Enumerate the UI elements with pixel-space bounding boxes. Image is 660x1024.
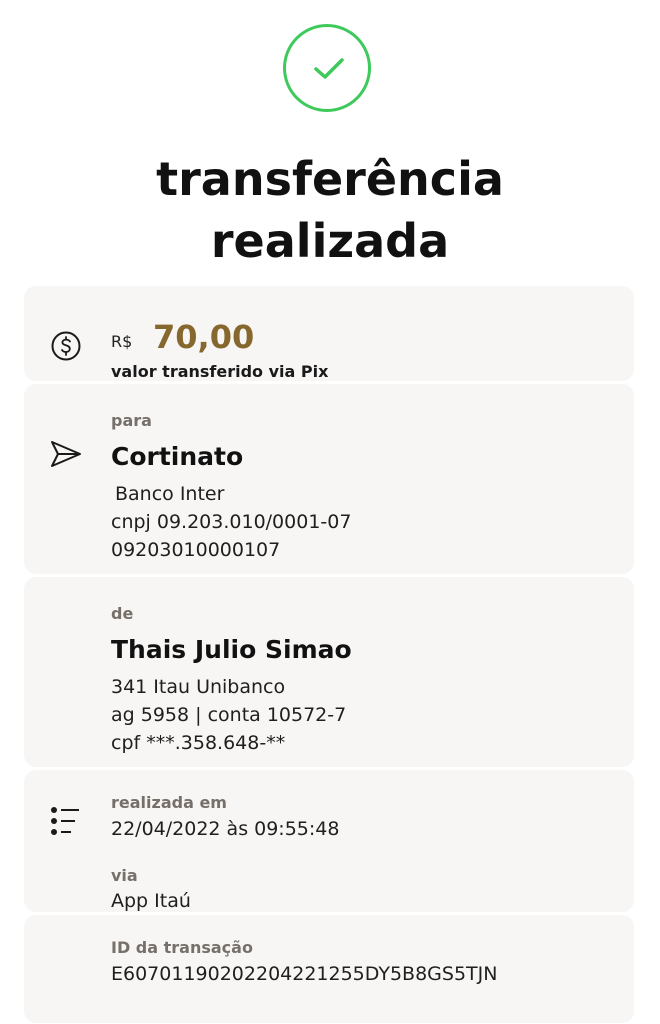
recipient-bank: Banco Inter — [115, 483, 225, 505]
transaction-id-value: E60701190202204221255DY5B8GS5TJN — [111, 963, 498, 985]
transaction-id-label: ID da transação — [111, 938, 253, 957]
send-icon — [51, 441, 81, 467]
success-check-icon — [283, 24, 371, 112]
amount-card: R$ 70,00 valor transferido via Pix — [24, 286, 634, 381]
sender-label: de — [111, 604, 134, 623]
date-label: realizada em — [111, 793, 227, 812]
page-title: transferência realizada — [0, 148, 660, 272]
recipient-label: para — [111, 411, 152, 430]
amount-subtitle: valor transferido via Pix — [111, 362, 329, 381]
title-line-2: realizada — [210, 214, 450, 268]
sender-document: cpf ***.358.648-** — [111, 732, 286, 754]
sender-card: de Thais Julio Simao 341 Itau Unibanco a… — [24, 577, 634, 767]
title-line-1: transferência — [156, 152, 504, 206]
recipient-card: para Cortinato Banco Inter cnpj 09.203.0… — [24, 384, 634, 574]
transaction-id-card: ID da transação E60701190202204221255DY5… — [24, 915, 634, 1023]
recipient-number: 09203010000107 — [111, 539, 281, 561]
via-label: via — [111, 866, 138, 885]
date-value: 22/04/2022 às 09:55:48 — [111, 818, 340, 840]
dollar-coin-icon — [51, 331, 81, 361]
sender-account: ag 5958 | conta 10572-7 — [111, 704, 347, 726]
recipient-name: Cortinato — [111, 442, 244, 471]
via-value: App Itaú — [111, 890, 191, 912]
sender-bank: 341 Itau Unibanco — [111, 676, 286, 698]
sender-name: Thais Julio Simao — [111, 635, 352, 664]
details-card: realizada em 22/04/2022 às 09:55:48 via … — [24, 770, 634, 912]
recipient-document: cnpj 09.203.010/0001-07 — [111, 511, 352, 533]
list-icon — [51, 807, 79, 835]
amount-value: 70,00 — [153, 318, 255, 356]
amount-currency: R$ — [111, 332, 133, 351]
